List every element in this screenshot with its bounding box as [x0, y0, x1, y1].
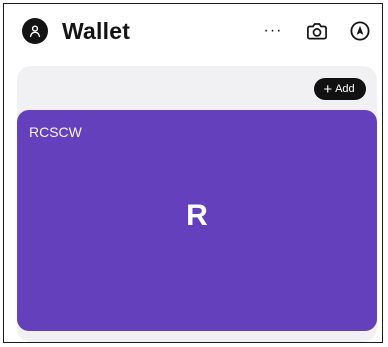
app-window: Wallet ··· + Add RCSCW R [3, 3, 383, 343]
more-options-icon: ··· [263, 22, 283, 39]
page-title: Wallet [62, 18, 131, 44]
camera-button[interactable] [304, 18, 330, 44]
add-button[interactable]: + Add [314, 78, 366, 100]
more-options-button[interactable]: ··· [260, 18, 286, 44]
wallet-panel: + Add RCSCW R [17, 66, 377, 342]
user-avatar-icon [29, 25, 41, 37]
wallet-card-name: RCSCW [29, 124, 82, 140]
add-button-label: Add [335, 83, 355, 95]
navigation-button[interactable] [347, 18, 373, 44]
camera-icon [307, 23, 327, 40]
navigation-icon [350, 21, 370, 41]
plus-icon: + [323, 80, 333, 98]
wallet-card-initial: R [186, 199, 208, 232]
user-avatar-button[interactable] [22, 18, 48, 44]
wallet-card[interactable]: RCSCW R [17, 110, 377, 331]
header: Wallet ··· [4, 4, 382, 56]
